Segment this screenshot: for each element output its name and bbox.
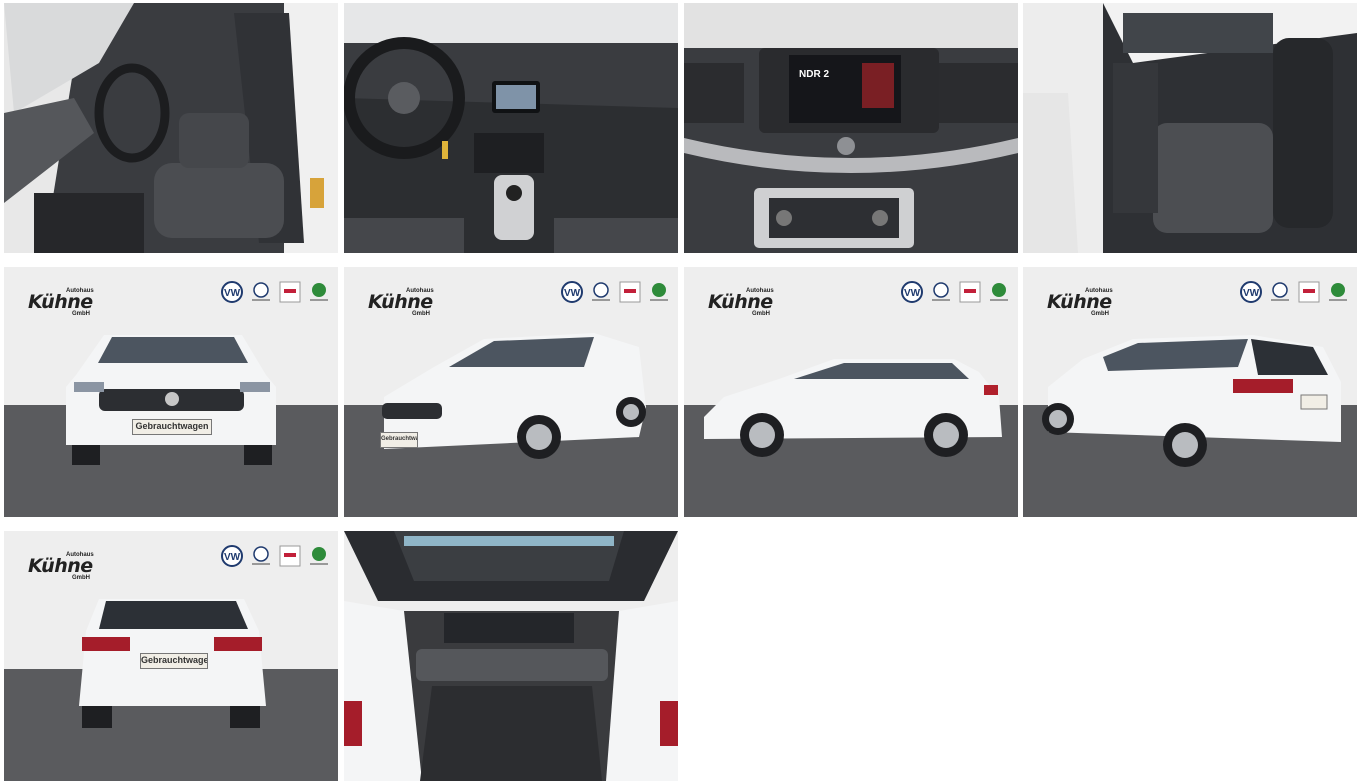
- gallery-thumb-rear-three-quarter[interactable]: Autohaus Kühne GmbH VW: [1023, 267, 1357, 517]
- vw-commercial-logo-icon: [1269, 281, 1291, 303]
- dealer-label-bottom: GmbH: [752, 311, 770, 317]
- vw-commercial-logo-icon: [250, 281, 272, 303]
- skoda-logo-icon: [1327, 281, 1349, 303]
- brand-logos: VW: [221, 281, 330, 307]
- audi-service-logo-icon: [279, 281, 301, 303]
- gebrauchtwagen-plate: Gebrauchtwagen: [140, 653, 208, 669]
- vw-commercial-logo-icon: [250, 545, 272, 567]
- dealer-logo: Autohaus Kühne GmbH: [8, 273, 94, 331]
- dealer-label-bottom: GmbH: [72, 575, 90, 581]
- audi-service-logo-icon: [279, 545, 301, 567]
- gallery-thumb-rear-view[interactable]: Gebrauchtwagen Autohaus Kühne GmbH VW: [4, 531, 338, 781]
- brand-logos: VW: [901, 281, 1010, 307]
- vw-logo-icon: VW: [221, 545, 243, 567]
- dealer-logo: Autohaus Kühne GmbH: [688, 273, 774, 331]
- dealer-name: Kühne: [28, 291, 93, 313]
- dealer-logo: Autohaus Kühne GmbH: [348, 273, 434, 331]
- gallery-thumb-driver-seat[interactable]: [4, 3, 338, 253]
- audi-service-logo-icon: [619, 281, 641, 303]
- vw-logo-icon: VW: [1240, 281, 1262, 303]
- audi-service-logo-icon: [959, 281, 981, 303]
- dashboard-photo: [344, 3, 678, 253]
- audi-service-logo-icon: [1298, 281, 1320, 303]
- dealer-name: Kühne: [368, 291, 433, 313]
- brand-logos: VW: [561, 281, 670, 307]
- dealer-logo: Autohaus Kühne GmbH: [8, 537, 94, 595]
- gallery-thumb-infotainment[interactable]: NDR 2: [684, 3, 1018, 253]
- dealer-name: Kühne: [28, 555, 93, 577]
- driver-seat-photo: [4, 3, 338, 253]
- skoda-logo-icon: [308, 281, 330, 303]
- brand-logos: VW: [221, 545, 330, 571]
- svg-text:VW: VW: [224, 552, 241, 563]
- svg-text:VW: VW: [1243, 288, 1260, 299]
- gallery-thumb-dashboard[interactable]: [344, 3, 678, 253]
- dealer-name: Kühne: [708, 291, 773, 313]
- dealer-name: Kühne: [1047, 291, 1112, 313]
- vw-commercial-logo-icon: [930, 281, 952, 303]
- svg-text:VW: VW: [904, 288, 921, 299]
- brand-logos: VW: [1240, 281, 1349, 307]
- gebrauchtwagen-plate: Gebrauchtwagen: [380, 432, 418, 448]
- dealer-label-bottom: GmbH: [412, 311, 430, 317]
- radio-station-label: NDR 2: [799, 69, 830, 80]
- vw-logo-icon: VW: [561, 281, 583, 303]
- dealer-label-bottom: GmbH: [72, 311, 90, 317]
- gallery-thumb-front-three-quarter[interactable]: Gebrauchtwagen Autohaus Kühne GmbH VW: [344, 267, 678, 517]
- infotainment-photo: [684, 3, 1018, 253]
- svg-text:VW: VW: [564, 288, 581, 299]
- skoda-logo-icon: [988, 281, 1010, 303]
- svg-text:VW: VW: [224, 288, 241, 299]
- gallery-thumb-rear-seats[interactable]: [1023, 3, 1357, 253]
- dealer-logo: Autohaus Kühne GmbH: [1027, 273, 1113, 331]
- dealer-label-bottom: GmbH: [1091, 311, 1109, 317]
- gebrauchtwagen-plate: Gebrauchtwagen: [132, 419, 212, 435]
- image-gallery: NDR 2 Gebrauchtwagen Autohaus Kühne GmbH…: [4, 3, 1362, 781]
- vw-commercial-logo-icon: [590, 281, 612, 303]
- rear-seats-photo: [1023, 3, 1357, 253]
- skoda-logo-icon: [648, 281, 670, 303]
- vw-logo-icon: VW: [221, 281, 243, 303]
- gallery-thumb-front-view[interactable]: Gebrauchtwagen Autohaus Kühne GmbH VW: [4, 267, 338, 517]
- gallery-thumb-side-view[interactable]: Autohaus Kühne GmbH VW: [684, 267, 1018, 517]
- vw-logo-icon: VW: [901, 281, 923, 303]
- trunk-photo: [344, 531, 678, 781]
- gallery-thumb-trunk[interactable]: [344, 531, 678, 781]
- skoda-logo-icon: [308, 545, 330, 567]
